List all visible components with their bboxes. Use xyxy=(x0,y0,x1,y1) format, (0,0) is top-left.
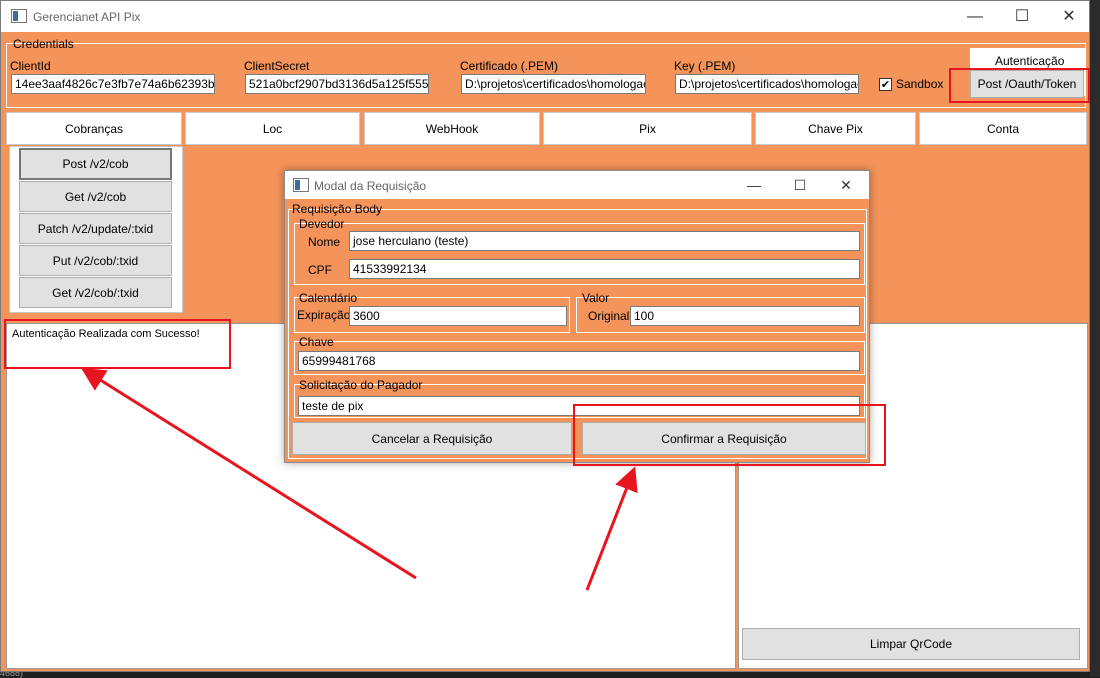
modal-minimize-icon[interactable]: — xyxy=(731,171,777,199)
credentials-group-label: Credentials xyxy=(13,37,74,51)
expiracao-label: Expiração xyxy=(297,308,351,322)
original-input[interactable]: 100 xyxy=(630,306,860,326)
modal-maximize-icon[interactable]: ☐ xyxy=(777,171,823,199)
client-secret-label: ClientSecret xyxy=(244,59,310,73)
maximize-icon[interactable]: ☐ xyxy=(999,1,1045,32)
tab-webhook[interactable]: WebHook xyxy=(364,112,540,145)
minimize-icon[interactable]: — xyxy=(952,1,998,32)
sandbox-label: Sandbox xyxy=(896,77,944,91)
background-edge xyxy=(1090,0,1100,677)
sandbox-checkbox[interactable]: ✔ xyxy=(879,78,892,91)
modal-title: Modal da Requisição xyxy=(314,179,427,193)
patch-v2-update-button[interactable]: Patch /v2/update/:txid xyxy=(19,213,172,244)
chave-input[interactable]: 65999481768 xyxy=(298,351,860,371)
clear-qrcode-button[interactable]: Limpar QrCode xyxy=(742,628,1080,660)
client-id-input[interactable]: 14ee3aaf4826c7e3fb7e74a6b62393b346 xyxy=(11,74,215,94)
window-title: Gerencianet API Pix xyxy=(33,10,141,24)
title-bar: Gerencianet API Pix — ☐ ✕ xyxy=(1,1,1089,32)
key-label: Key (.PEM) xyxy=(674,59,736,73)
tab-chave-pix[interactable]: Chave Pix xyxy=(755,112,916,145)
app-icon xyxy=(11,9,27,23)
cpf-label: CPF xyxy=(308,263,332,277)
tab-loc[interactable]: Loc xyxy=(185,112,360,145)
client-secret-input[interactable]: 521a0bcf2907bd3136d5a125f555219 xyxy=(245,74,429,94)
nome-input[interactable]: jose herculano (teste) xyxy=(349,231,860,251)
tab-cobrancas[interactable]: Cobranças xyxy=(6,112,182,145)
client-id-label: ClientId xyxy=(10,59,51,73)
cert-label: Certificado (.PEM) xyxy=(460,59,559,73)
expiracao-input[interactable]: 3600 xyxy=(349,306,567,326)
cancel-request-button[interactable]: Cancelar a Requisição xyxy=(292,422,572,455)
chave-label: Chave xyxy=(299,335,334,349)
modal-close-icon[interactable]: ✕ xyxy=(823,171,869,199)
request-body-label: Requisição Body xyxy=(292,202,383,216)
close-icon[interactable]: ✕ xyxy=(1046,1,1092,32)
key-input[interactable]: D:\projetos\certificados\homologacao xyxy=(675,74,859,94)
original-label: Original xyxy=(588,309,630,323)
annotation-highlight-log xyxy=(4,319,231,369)
annotation-highlight-auth xyxy=(949,68,1090,103)
solicitacao-label: Solicitação do Pagador xyxy=(299,378,423,392)
tab-pix[interactable]: Pix xyxy=(543,112,752,145)
modal-title-bar: Modal da Requisição — ☐ ✕ xyxy=(285,171,869,199)
tab-conta[interactable]: Conta xyxy=(919,112,1087,145)
calendario-label: Calendário xyxy=(299,291,358,305)
modal-app-icon xyxy=(293,178,309,192)
cert-input[interactable]: D:\projetos\certificados\homologacao xyxy=(461,74,646,94)
valor-label: Valor xyxy=(582,291,610,305)
annotation-highlight-confirm xyxy=(573,404,886,466)
get-v2-cob-button[interactable]: Get /v2/cob xyxy=(19,181,172,212)
cpf-input[interactable]: 41533992134 xyxy=(349,259,860,279)
get-v2-cob-txid-button[interactable]: Get /v2/cob/:txid xyxy=(19,277,172,308)
post-v2-cob-button[interactable]: Post /v2/cob xyxy=(19,148,172,180)
put-v2-cob-button[interactable]: Put /v2/cob/:txid xyxy=(19,245,172,276)
auth-label: Autenticação xyxy=(995,54,1065,68)
devedor-label: Devedor xyxy=(299,217,345,231)
nome-label: Nome xyxy=(308,235,341,249)
